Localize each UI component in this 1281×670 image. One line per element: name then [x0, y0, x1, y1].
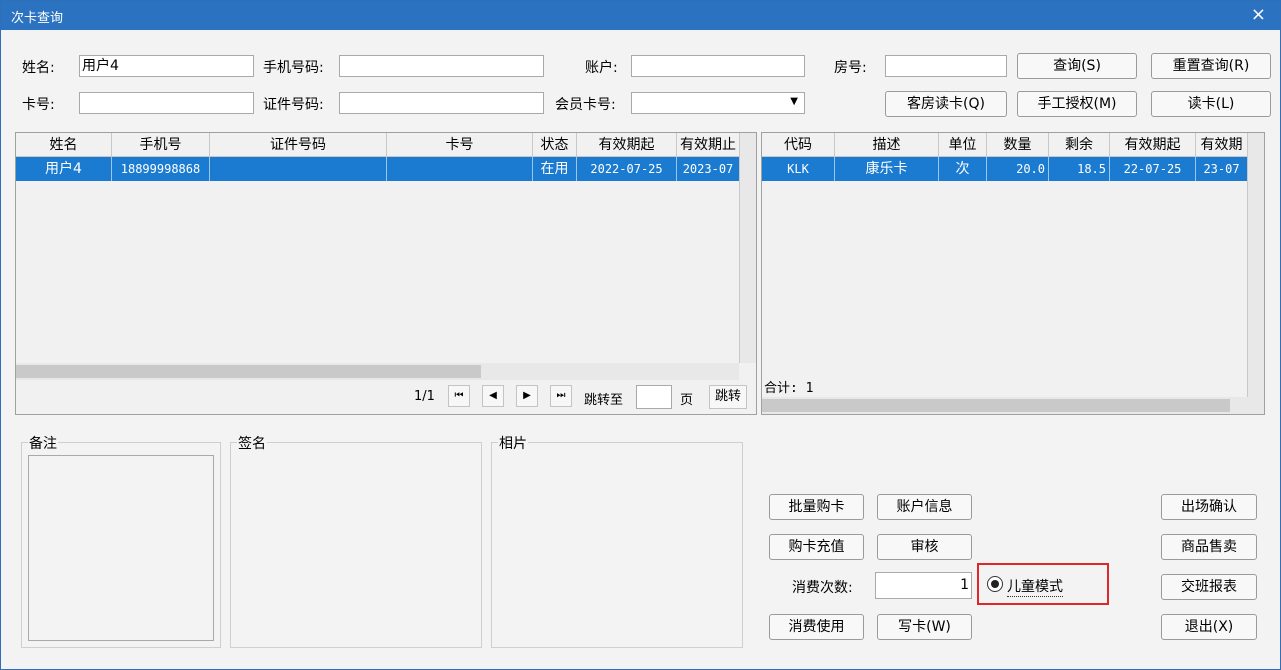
scroll-thumb[interactable] [16, 365, 481, 378]
member-card-label: 会员卡号: [555, 97, 616, 113]
page-unit-label: 页 [680, 393, 694, 408]
exit-button[interactable]: 退出(X) [1161, 614, 1257, 640]
phone-input[interactable] [339, 55, 544, 77]
buy-recharge-button[interactable]: 购卡充值 [769, 534, 864, 560]
column-header[interactable]: 代码 [762, 133, 835, 157]
id-input[interactable] [339, 92, 544, 114]
cell-card [387, 157, 533, 181]
column-header[interactable]: 有效期起 [577, 133, 677, 157]
remark-label: 备注 [28, 433, 58, 453]
cell-phone: 18899998868 [112, 157, 210, 181]
goods-sale-button[interactable]: 商品售卖 [1161, 534, 1257, 560]
cell-valid-to: 2023-07 [677, 157, 740, 181]
consume-use-button[interactable]: 消费使用 [769, 614, 864, 640]
column-header[interactable]: 有效期 [1196, 133, 1248, 157]
cell-valid-to: 23-07 [1196, 157, 1248, 181]
cell-status: 在用 [533, 157, 577, 181]
column-header[interactable]: 有效期起 [1110, 133, 1196, 157]
column-header[interactable]: 证件号码 [210, 133, 387, 157]
cell-valid-from: 22-07-25 [1110, 157, 1196, 181]
card-input[interactable] [79, 92, 254, 114]
horizontal-scrollbar[interactable] [16, 363, 739, 380]
cell-qty: 20.0 [987, 157, 1049, 181]
column-header[interactable]: 数量 [987, 133, 1049, 157]
child-mode-radio[interactable] [987, 576, 1003, 592]
write-card-button[interactable]: 写卡(W) [877, 614, 972, 640]
close-icon[interactable]: × [1251, 4, 1266, 25]
reset-query-button[interactable]: 重置查询(R) [1151, 53, 1271, 79]
name-input[interactable]: 用户4 [79, 55, 254, 77]
cell-name: 用户4 [16, 157, 112, 181]
cell-id [210, 157, 387, 181]
shift-report-button[interactable]: 交班报表 [1161, 574, 1257, 600]
prev-page-icon[interactable]: ◀ [482, 385, 504, 407]
photo-label: 相片 [498, 433, 528, 453]
cell-desc: 康乐卡 [835, 157, 939, 181]
column-header[interactable]: 状态 [533, 133, 577, 157]
query-button[interactable]: 查询(S) [1017, 53, 1137, 79]
cell-unit: 次 [939, 157, 987, 181]
child-mode-label[interactable]: 儿童模式 [1007, 576, 1063, 597]
phone-label: 手机号码: [263, 60, 324, 76]
card-query-window: 次卡查询 × 姓名: 用户4 手机号码: 账户: 房号: 查询(S) 重置查询(… [0, 0, 1281, 670]
card-items-table: 代码 描述 单位 数量 剩余 有效期起 有效期 KLK 康乐卡 次 20.0 1… [761, 132, 1265, 415]
signature-group: 签名 [230, 433, 482, 648]
last-page-icon[interactable]: ⏭ [550, 385, 572, 407]
batch-buy-button[interactable]: 批量购卡 [769, 494, 864, 520]
id-label: 证件号码: [263, 97, 324, 113]
next-page-icon[interactable]: ▶ [516, 385, 538, 407]
read-card-button[interactable]: 读卡(L) [1151, 91, 1271, 117]
table-row[interactable]: KLK 康乐卡 次 20.0 18.5 22-07-25 23-07 [762, 157, 1248, 181]
radio-dot [991, 580, 999, 588]
room-label: 房号: [834, 60, 867, 76]
table-header: 代码 描述 单位 数量 剩余 有效期起 有效期 [762, 133, 1248, 157]
audit-button[interactable]: 审核 [877, 534, 972, 560]
vertical-scrollbar[interactable] [1247, 133, 1264, 397]
card-list-table: 姓名 手机号 证件号码 卡号 状态 有效期起 有效期止 用户4 18899998… [15, 132, 757, 415]
cell-valid-from: 2022-07-25 [577, 157, 677, 181]
column-header[interactable]: 单位 [939, 133, 987, 157]
guest-read-card-button[interactable]: 客房读卡(Q) [885, 91, 1007, 117]
column-header[interactable]: 手机号 [112, 133, 210, 157]
goto-page-input[interactable] [636, 385, 672, 409]
goto-label: 跳转至 [584, 393, 624, 408]
horizontal-scrollbar[interactable] [762, 397, 1264, 414]
chevron-down-icon[interactable]: ▼ [790, 93, 798, 111]
table-row[interactable]: 用户4 18899998868 在用 2022-07-25 2023-07 [16, 157, 740, 181]
name-label: 姓名: [22, 60, 55, 76]
account-label: 账户: [585, 60, 618, 76]
photo-group: 相片 [491, 433, 743, 648]
remark-textarea[interactable] [28, 455, 214, 641]
checkout-confirm-button[interactable]: 出场确认 [1161, 494, 1257, 520]
column-header[interactable]: 卡号 [387, 133, 533, 157]
member-card-select[interactable]: ▼ [631, 92, 805, 114]
manual-auth-button[interactable]: 手工授权(M) [1017, 91, 1137, 117]
account-info-button[interactable]: 账户信息 [877, 494, 972, 520]
window-title: 次卡查询 [11, 11, 64, 26]
first-page-icon[interactable]: ⏮ [448, 385, 470, 407]
page-indicator: 1/1 [414, 389, 435, 404]
consume-count-input[interactable]: 1 [875, 572, 972, 599]
cell-remaining: 18.5 [1049, 157, 1110, 181]
column-header[interactable]: 姓名 [16, 133, 112, 157]
title-bar: 次卡查询 × [1, 1, 1280, 30]
table-header: 姓名 手机号 证件号码 卡号 状态 有效期起 有效期止 [16, 133, 740, 157]
room-input[interactable] [885, 55, 1007, 77]
goto-button[interactable]: 跳转 [709, 385, 747, 409]
cell-code: KLK [762, 157, 835, 181]
scroll-thumb[interactable] [762, 399, 1230, 412]
column-header[interactable]: 描述 [835, 133, 939, 157]
total-count: 合计: 1 [764, 381, 814, 396]
column-header[interactable]: 有效期止 [677, 133, 740, 157]
card-label: 卡号: [22, 97, 55, 113]
remark-group: 备注 [21, 433, 221, 648]
account-input[interactable] [631, 55, 805, 77]
signature-label: 签名 [237, 433, 267, 453]
vertical-scrollbar[interactable] [739, 133, 756, 363]
consume-count-label: 消费次数: [792, 580, 853, 596]
column-header[interactable]: 剩余 [1049, 133, 1110, 157]
